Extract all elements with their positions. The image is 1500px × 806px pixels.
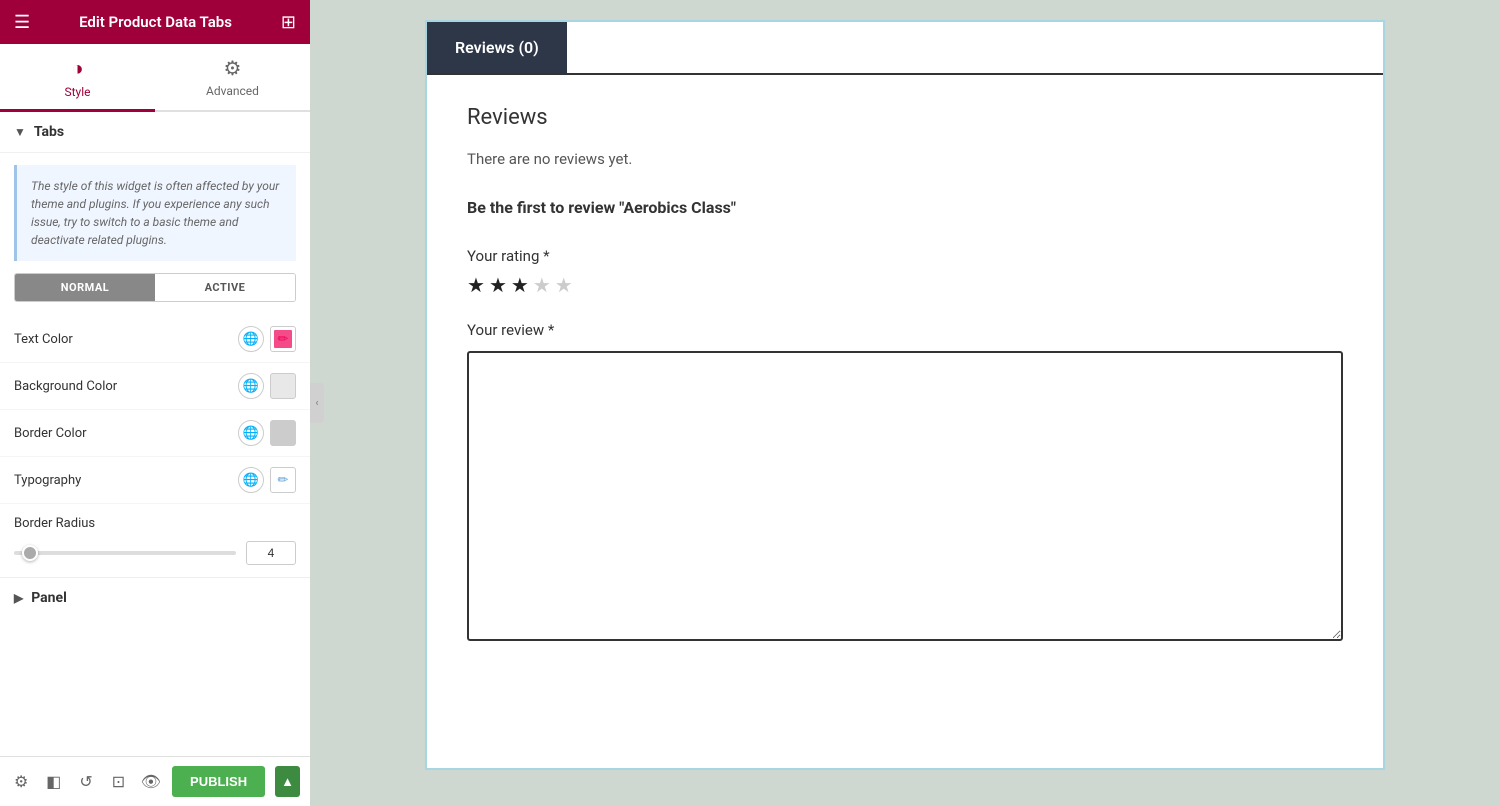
star-5[interactable]: ★: [555, 273, 573, 297]
tabs-section-header[interactable]: ▼ Tabs: [0, 112, 310, 153]
pencil-blue-icon: ✏: [278, 473, 289, 488]
star-2[interactable]: ★: [489, 273, 507, 297]
border-color-controls: 🌐: [238, 420, 296, 446]
review-textarea[interactable]: [467, 351, 1343, 641]
text-color-label: Text Color: [14, 332, 238, 347]
history-icon[interactable]: ↺: [75, 766, 97, 798]
background-color-global-btn[interactable]: 🌐: [238, 373, 264, 399]
chevron-down-icon: ▼: [14, 125, 26, 139]
style-icon: ◑: [71, 56, 83, 81]
collapse-handle[interactable]: ‹: [310, 383, 324, 423]
text-color-row: Text Color 🌐 ✏: [0, 316, 310, 363]
star-4[interactable]: ★: [533, 273, 551, 297]
typography-controls: 🌐 ✏: [238, 467, 296, 493]
panel-tab-bar: ◑ Style ⚙ Advanced: [0, 44, 310, 112]
tabs-section-label: Tabs: [34, 124, 64, 140]
reviews-tab-label: Reviews (0): [455, 38, 539, 57]
border-radius-label: Border Radius: [14, 516, 296, 531]
layers-icon[interactable]: ◧: [42, 766, 64, 798]
star-3[interactable]: ★: [511, 273, 529, 297]
publish-arrow-button[interactable]: ▲: [275, 766, 300, 797]
panel-section-header[interactable]: ▶ Panel: [0, 577, 310, 618]
eye-icon[interactable]: 👁: [140, 766, 162, 798]
typography-edit-btn[interactable]: ✏: [270, 467, 296, 493]
panel-body: ▼ Tabs The style of this widget is often…: [0, 112, 310, 756]
left-panel: ☰ Edit Product Data Tabs ⊞ ◑ Style ⚙ Adv…: [0, 0, 310, 806]
border-radius-input[interactable]: [246, 541, 296, 565]
background-color-label: Background Color: [14, 379, 238, 394]
settings-icon[interactable]: ⚙: [10, 766, 32, 798]
border-radius-section: Border Radius: [0, 504, 310, 577]
hamburger-icon[interactable]: ☰: [14, 12, 30, 33]
info-box: The style of this widget is often affect…: [14, 165, 296, 261]
active-toggle-btn[interactable]: ACTIVE: [155, 274, 295, 301]
no-reviews-text: There are no reviews yet.: [467, 150, 1343, 168]
normal-toggle-btn[interactable]: NORMAL: [15, 274, 155, 301]
info-box-text: The style of this widget is often affect…: [31, 179, 279, 247]
advanced-icon: ⚙: [224, 56, 242, 80]
background-color-row: Background Color 🌐: [0, 363, 310, 410]
star-rating[interactable]: ★ ★ ★ ★ ★: [467, 273, 1343, 297]
be-first-text: Be the first to review "Aerobics Class": [467, 198, 1343, 217]
border-radius-slider-row: [14, 541, 296, 565]
border-radius-slider[interactable]: [14, 551, 236, 555]
panel-header: ☰ Edit Product Data Tabs ⊞: [0, 0, 310, 44]
text-color-controls: 🌐 ✏: [238, 326, 296, 352]
tab-style[interactable]: ◑ Style: [0, 44, 155, 112]
typography-global-btn[interactable]: 🌐: [238, 467, 264, 493]
review-label: Your review *: [467, 321, 1343, 339]
bottom-bar: ⚙ ◧ ↺ ⊡ 👁 PUBLISH ▲: [0, 756, 310, 806]
border-color-row: Border Color 🌐: [0, 410, 310, 457]
normal-active-toggle: NORMAL ACTIVE: [14, 273, 296, 302]
product-tab-bar: Reviews (0): [427, 22, 1383, 75]
reviews-content: Reviews There are no reviews yet. Be the…: [427, 75, 1383, 675]
tab-advanced-label: Advanced: [206, 84, 259, 98]
preview-area: Reviews (0) Reviews There are no reviews…: [425, 20, 1385, 770]
border-color-label: Border Color: [14, 426, 238, 441]
apps-icon[interactable]: ⊞: [281, 12, 296, 33]
responsive-icon[interactable]: ⊡: [107, 766, 129, 798]
panel-section-label: Panel: [31, 590, 67, 606]
main-content: Reviews (0) Reviews There are no reviews…: [310, 0, 1500, 806]
typography-label: Typography: [14, 473, 238, 488]
background-color-controls: 🌐: [238, 373, 296, 399]
pencil-icon: ✏: [278, 332, 289, 347]
text-color-picker[interactable]: ✏: [270, 326, 296, 352]
border-color-global-btn[interactable]: 🌐: [238, 420, 264, 446]
chevron-right-icon: ▶: [14, 591, 23, 605]
panel-title: Edit Product Data Tabs: [79, 13, 232, 31]
publish-button[interactable]: PUBLISH: [172, 766, 265, 797]
text-color-global-btn[interactable]: 🌐: [238, 326, 264, 352]
reviews-title: Reviews: [467, 105, 1343, 130]
rating-label: Your rating *: [467, 247, 1343, 265]
typography-row: Typography 🌐 ✏: [0, 457, 310, 504]
border-color-picker[interactable]: [270, 420, 296, 446]
tab-style-label: Style: [64, 85, 90, 99]
star-1[interactable]: ★: [467, 273, 485, 297]
background-color-picker[interactable]: [270, 373, 296, 399]
reviews-tab[interactable]: Reviews (0): [427, 22, 567, 73]
tab-advanced[interactable]: ⚙ Advanced: [155, 44, 310, 112]
